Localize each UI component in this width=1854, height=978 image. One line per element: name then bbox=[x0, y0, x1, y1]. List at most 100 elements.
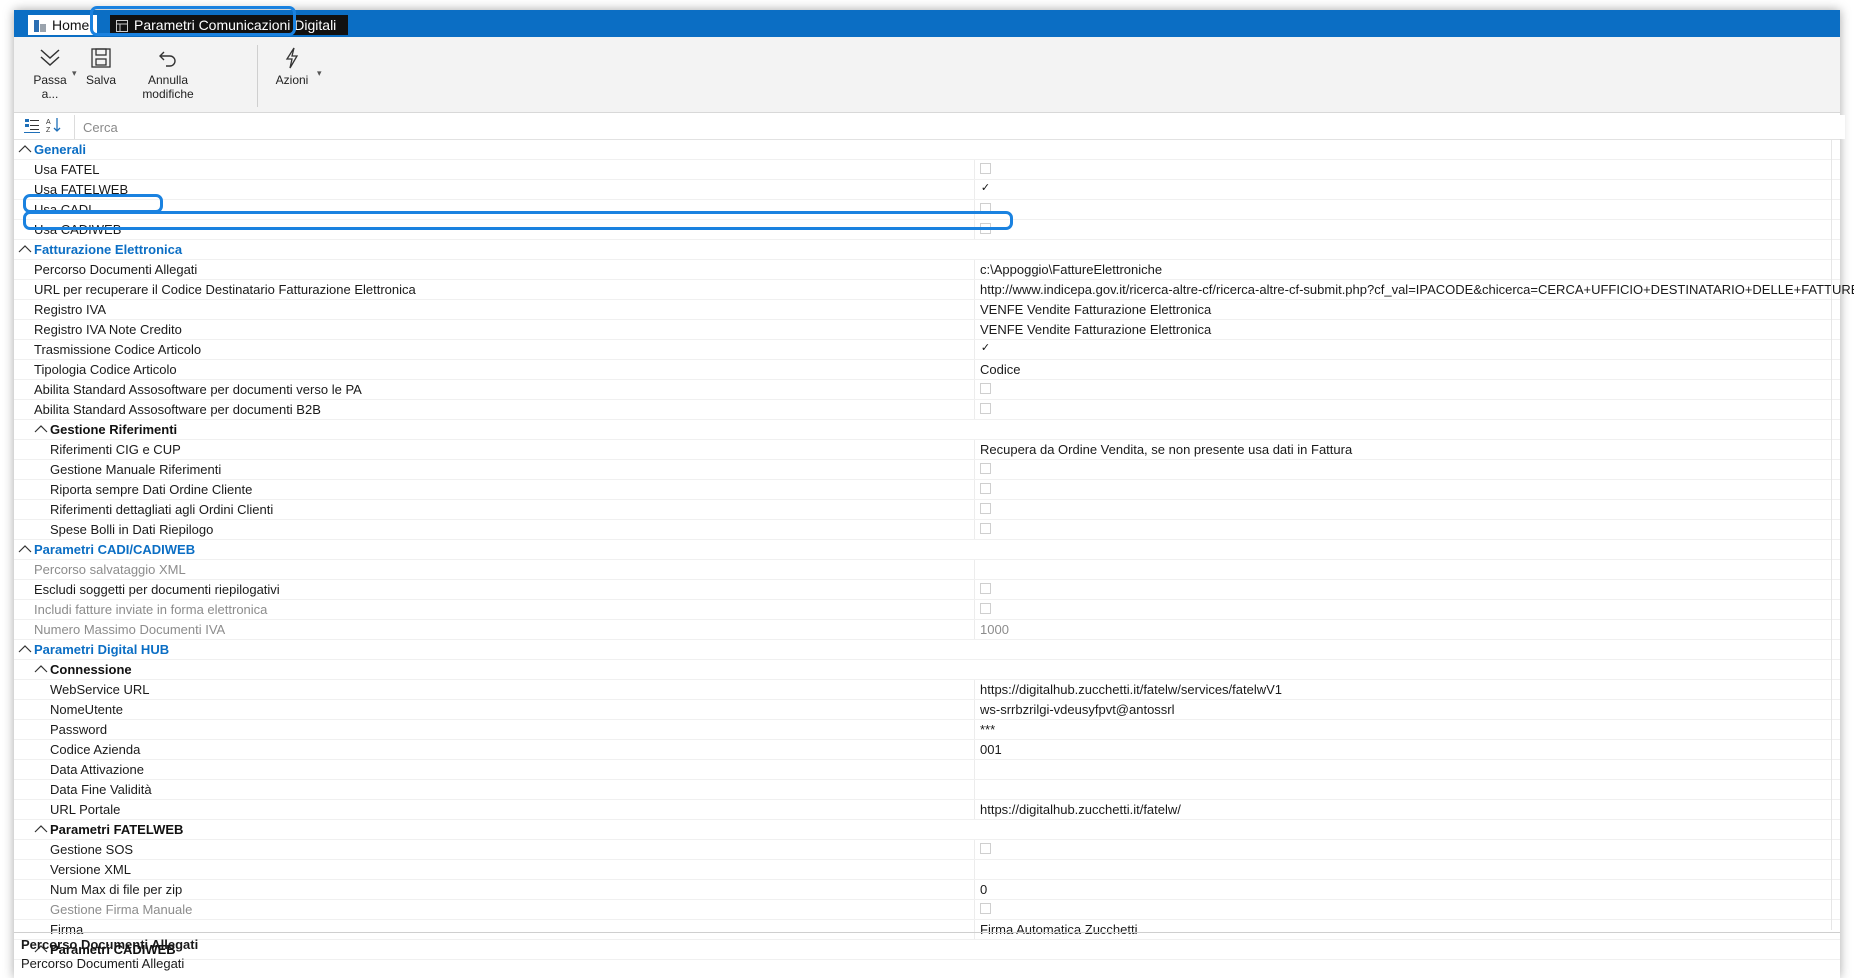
home-icon bbox=[34, 19, 46, 32]
property-value[interactable]: 001 bbox=[980, 742, 1002, 757]
property-value[interactable]: VENFE Vendite Fatturazione Elettronica bbox=[980, 302, 1211, 317]
unchecked-checkbox[interactable] bbox=[980, 383, 991, 394]
grid-property-row[interactable]: WebService URL https://digitalhub.zucchet… bbox=[14, 680, 1840, 700]
property-value[interactable]: *** bbox=[980, 722, 995, 737]
grid-property-row[interactable]: Registro IVA VENFE Vendite Fatturazione E… bbox=[14, 300, 1840, 320]
column-divider bbox=[974, 720, 975, 739]
column-divider bbox=[974, 780, 975, 799]
azioni-dropdown-icon[interactable]: ▾ bbox=[317, 68, 322, 79]
property-value[interactable]: ws-srrbzrilgi-vdeusyfpvt@antossrl bbox=[980, 702, 1175, 717]
unchecked-checkbox[interactable] bbox=[980, 503, 991, 514]
collapse-chevron-icon[interactable] bbox=[18, 542, 32, 556]
collapse-chevron-icon[interactable] bbox=[18, 242, 32, 256]
unchecked-checkbox bbox=[980, 603, 991, 614]
property-value[interactable]: Recupera da Ordine Vendita, se non prese… bbox=[980, 442, 1352, 457]
property-value[interactable]: 0 bbox=[980, 882, 987, 897]
grid-property-row[interactable]: Escludi soggetti per documenti riepiloga… bbox=[14, 580, 1840, 600]
grid-property-row[interactable]: Data Attivazione bbox=[14, 760, 1840, 780]
grid-property-row[interactable]: Tipologia Codice Articolo Codice bbox=[14, 360, 1840, 380]
collapse-chevron-icon[interactable] bbox=[34, 822, 48, 836]
column-divider bbox=[974, 580, 975, 599]
grid-property-row[interactable]: Percorso Documenti Allegati c:\Appoggio\F… bbox=[14, 260, 1840, 280]
grid-property-row[interactable]: Abilita Standard Assosoftware per docume… bbox=[14, 380, 1840, 400]
grid-property-row[interactable]: Num Max di file per zip 0 bbox=[14, 880, 1840, 900]
grid-property-row[interactable]: Includi fatture inviate in forma elettro… bbox=[14, 600, 1840, 620]
grid-property-row[interactable]: Spese Bolli in Dati Riepilogo bbox=[14, 520, 1840, 540]
column-divider bbox=[974, 260, 975, 279]
passa-a-dropdown-icon[interactable]: ▾ bbox=[72, 68, 77, 79]
column-divider bbox=[974, 860, 975, 879]
tab-home[interactable]: Home bbox=[28, 15, 97, 35]
column-divider bbox=[974, 300, 975, 319]
search-input[interactable] bbox=[74, 115, 1845, 139]
column-divider bbox=[974, 740, 975, 759]
checked-checkbox[interactable]: ✓ bbox=[980, 343, 991, 354]
description-text: Percorso Documenti Allegati bbox=[21, 956, 185, 971]
property-value[interactable]: 1000 bbox=[980, 622, 1009, 637]
azioni-label: Azioni bbox=[275, 73, 309, 87]
property-value[interactable]: c:\Appoggio\FattureElettroniche bbox=[980, 262, 1162, 277]
unchecked-checkbox[interactable] bbox=[980, 483, 991, 494]
grid-property-row[interactable]: Riporta sempre Dati Ordine Cliente bbox=[14, 480, 1840, 500]
property-value[interactable]: https://digitalhub.zucchetti.it/fatelw/ bbox=[980, 802, 1181, 817]
grid-property-row[interactable]: Password *** bbox=[14, 720, 1840, 740]
grid-property-row[interactable]: Trasmissione Codice Articolo ✓ bbox=[14, 340, 1840, 360]
grid-property-row[interactable]: Numero Massimo Documenti IVA 1000 bbox=[14, 620, 1840, 640]
grid-category-row[interactable]: Parametri CADI/CADIWEB bbox=[14, 540, 1840, 560]
sort-az-icon[interactable]: AZ bbox=[46, 117, 62, 136]
grid-property-row[interactable]: Codice Azienda 001 bbox=[14, 740, 1840, 760]
grid-property-row[interactable]: Usa FATELWEB ✓ bbox=[14, 180, 1840, 200]
collapse-chevron-icon[interactable] bbox=[18, 142, 32, 156]
unchecked-checkbox[interactable] bbox=[980, 463, 991, 474]
passa-a-button[interactable]: Passa a... bbox=[24, 47, 76, 101]
property-label: Riferimenti dettagliati agli Ordini Clie… bbox=[50, 502, 274, 517]
column-divider bbox=[974, 340, 975, 359]
grid-category-row[interactable]: Generali bbox=[14, 140, 1840, 160]
grid-property-row[interactable]: Riferimenti CIG e CUP Recupera da Ordine … bbox=[14, 440, 1840, 460]
grid-category-row[interactable]: Gestione Riferimenti bbox=[14, 420, 1840, 440]
annulla-modifiche-button[interactable]: Annulla modifiche bbox=[126, 47, 210, 101]
grid-property-row[interactable]: Usa FATEL bbox=[14, 160, 1840, 180]
grid-property-row[interactable]: Gestione SOS bbox=[14, 840, 1840, 860]
property-label: Gestione Manuale Riferimenti bbox=[50, 462, 222, 477]
property-value[interactable]: http://www.indicepa.gov.it/ricerca-altre… bbox=[980, 282, 1854, 297]
property-value[interactable]: Codice bbox=[980, 362, 1020, 377]
grid-category-row[interactable]: Parametri FATELWEB bbox=[14, 820, 1840, 840]
unchecked-checkbox[interactable] bbox=[980, 583, 991, 594]
grid-property-row[interactable]: Riferimenti dettagliati agli Ordini Clie… bbox=[14, 500, 1840, 520]
azioni-button[interactable]: Azioni bbox=[272, 47, 312, 87]
property-value[interactable]: https://digitalhub.zucchetti.it/fatelw/s… bbox=[980, 682, 1282, 697]
grid-category-row[interactable]: Fatturazione Elettronica bbox=[14, 240, 1840, 260]
highlight-active-tab bbox=[90, 6, 296, 36]
salva-button[interactable]: Salva bbox=[86, 47, 116, 87]
grid-property-row[interactable]: Registro IVA Note Credito VENFE Vendite F… bbox=[14, 320, 1840, 340]
unchecked-checkbox[interactable] bbox=[980, 163, 991, 174]
grid-property-row[interactable]: URL Portale https://digitalhub.zucchetti.… bbox=[14, 800, 1840, 820]
grid-category-row[interactable]: Connessione bbox=[14, 660, 1840, 680]
unchecked-checkbox[interactable] bbox=[980, 403, 991, 414]
unchecked-checkbox[interactable] bbox=[980, 843, 991, 854]
grid-property-row[interactable]: Gestione Firma Manuale bbox=[14, 900, 1840, 920]
collapse-chevron-icon[interactable] bbox=[18, 642, 32, 656]
property-value[interactable]: VENFE Vendite Fatturazione Elettronica bbox=[980, 322, 1211, 337]
checked-checkbox[interactable]: ✓ bbox=[980, 183, 991, 194]
column-divider bbox=[974, 880, 975, 899]
grid-property-row[interactable]: Percorso salvataggio XML bbox=[14, 560, 1840, 580]
unchecked-checkbox[interactable] bbox=[980, 523, 991, 534]
grid-property-row[interactable]: Versione XML bbox=[14, 860, 1840, 880]
grid-property-row[interactable]: Gestione Manuale Riferimenti bbox=[14, 460, 1840, 480]
categorized-view-icon[interactable] bbox=[24, 118, 40, 136]
vertical-scrollbar[interactable] bbox=[1831, 140, 1840, 930]
grid-property-row[interactable]: Abilita Standard Assosoftware per docume… bbox=[14, 400, 1840, 420]
column-divider bbox=[974, 400, 975, 419]
collapse-chevron-icon[interactable] bbox=[34, 422, 48, 436]
collapse-chevron-icon[interactable] bbox=[34, 662, 48, 676]
column-divider bbox=[974, 680, 975, 699]
grid-property-row[interactable]: Data Fine Validità bbox=[14, 780, 1840, 800]
property-label: URL Portale bbox=[50, 802, 121, 817]
grid-category-row[interactable]: Parametri Digital HUB bbox=[14, 640, 1840, 660]
column-divider bbox=[974, 600, 975, 619]
grid-property-row[interactable]: URL per recuperare il Codice Destinatari… bbox=[14, 280, 1854, 300]
column-divider bbox=[974, 460, 975, 479]
grid-property-row[interactable]: NomeUtente ws-srrbzrilgi-vdeusyfpvt@antos… bbox=[14, 700, 1840, 720]
